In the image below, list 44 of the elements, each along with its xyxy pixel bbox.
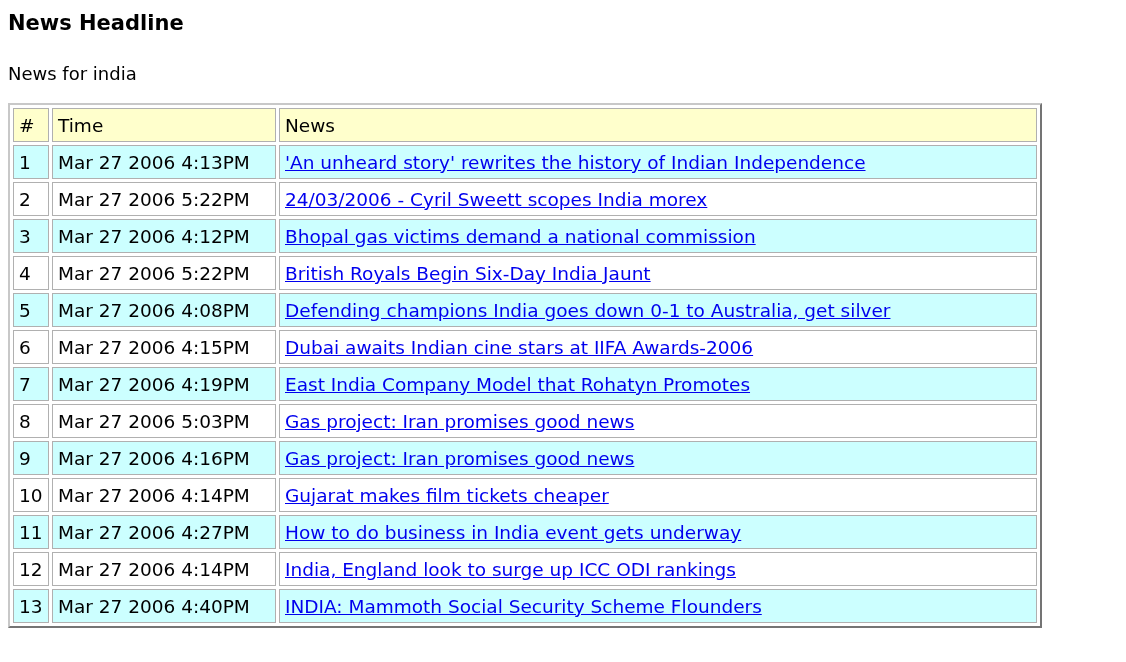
- column-header: Time: [52, 108, 276, 142]
- time-cell: Mar 27 2006 4:13PM: [52, 145, 276, 179]
- time-cell: Mar 27 2006 4:14PM: [52, 552, 276, 586]
- row-number-cell: 5: [13, 293, 49, 327]
- row-number-cell: 1: [13, 145, 49, 179]
- page-title: News Headline: [8, 10, 185, 36]
- news-link[interactable]: Gujarat makes film tickets cheaper: [285, 484, 609, 506]
- news-link[interactable]: British Royals Begin Six-Day India Jaunt: [285, 262, 651, 284]
- time-cell: Mar 27 2006 4:19PM: [52, 367, 276, 401]
- row-number-cell: 3: [13, 219, 49, 253]
- row-number-cell: 6: [13, 330, 49, 364]
- column-header: #: [13, 108, 49, 142]
- row-number-cell: 4: [13, 256, 49, 290]
- news-link[interactable]: INDIA: Mammoth Social Security Scheme Flounders: [285, 595, 762, 617]
- news-link[interactable]: Bhopal gas victims demand a national commission: [285, 225, 756, 247]
- time-cell: Mar 27 2006 5:22PM: [52, 256, 276, 290]
- page-subtitle: News for india: [8, 62, 138, 86]
- news-link[interactable]: Gas project: Iran promises good news: [285, 410, 635, 432]
- news-link[interactable]: 24/03/2006 - Cyril Sweett scopes India morex: [285, 188, 708, 210]
- row-number-cell: 10: [13, 478, 49, 512]
- row-number-cell: 12: [13, 552, 49, 586]
- row-number-cell: 7: [13, 367, 49, 401]
- news-link[interactable]: Defending champions India goes down 0-1 to Australia, get silver: [285, 299, 891, 321]
- time-cell: Mar 27 2006 4:12PM: [52, 219, 276, 253]
- time-cell: Mar 27 2006 4:27PM: [52, 515, 276, 549]
- column-header: News: [279, 108, 1037, 142]
- time-cell: Mar 27 2006 5:03PM: [52, 404, 276, 438]
- row-number-cell: 8: [13, 404, 49, 438]
- news-link[interactable]: India, England look to surge up ICC ODI rankings: [285, 558, 736, 580]
- row-number-cell: 9: [13, 441, 49, 475]
- news-link[interactable]: East India Company Model that Rohatyn Promotes: [285, 373, 751, 395]
- news-link[interactable]: Gas project: Iran promises good news: [285, 447, 635, 469]
- time-cell: Mar 27 2006 5:22PM: [52, 182, 276, 216]
- news-link[interactable]: Dubai awaits Indian cine stars at IIFA Awards-2006: [285, 336, 754, 358]
- time-cell: Mar 27 2006 4:40PM: [52, 589, 276, 623]
- row-number-cell: 2: [13, 182, 49, 216]
- time-cell: Mar 27 2006 4:16PM: [52, 441, 276, 475]
- news-link[interactable]: 'An unheard story' rewrites the history of Indian Independence: [285, 151, 866, 173]
- time-cell: Mar 27 2006 4:15PM: [52, 330, 276, 364]
- time-cell: Mar 27 2006 4:08PM: [52, 293, 276, 327]
- time-cell: Mar 27 2006 4:14PM: [52, 478, 276, 512]
- news-link[interactable]: How to do business in India event gets underway: [285, 521, 742, 543]
- row-number-cell: 11: [13, 515, 49, 549]
- row-number-cell: 13: [13, 589, 49, 623]
